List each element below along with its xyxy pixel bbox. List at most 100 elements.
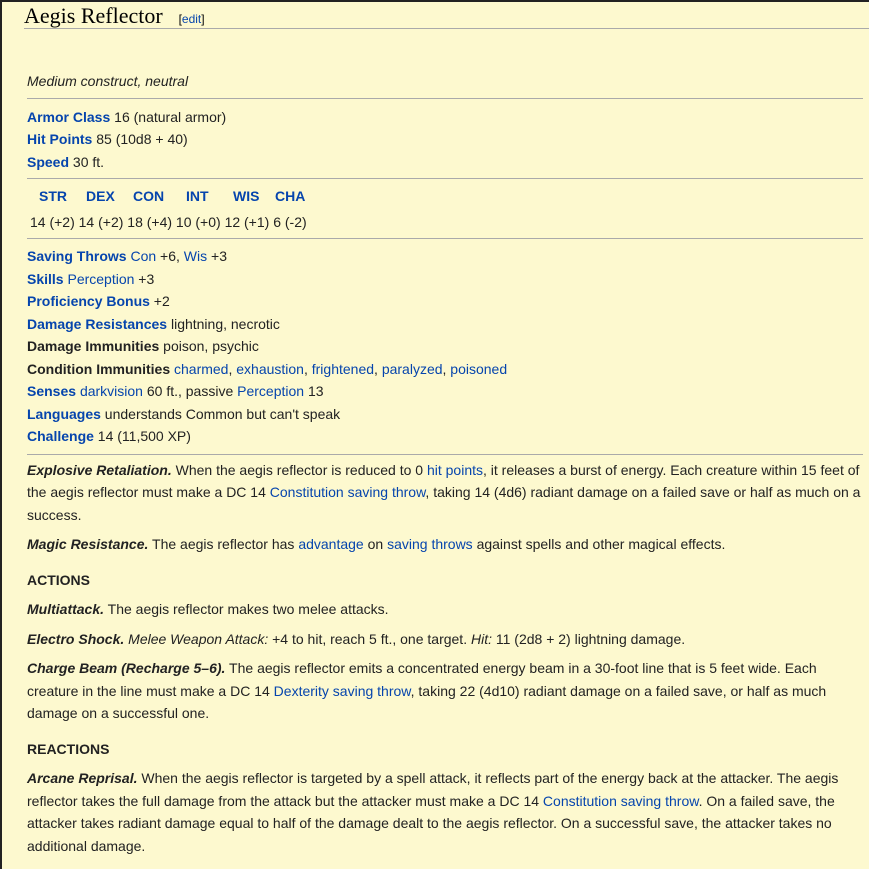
stat-block: Medium construct, neutral Armor Class 16… bbox=[27, 70, 863, 857]
trait-text: When the aegis reflector is reduced to 0 bbox=[171, 461, 427, 478]
perception-value: +3 bbox=[134, 270, 155, 287]
speed-link[interactable]: Speed bbox=[27, 154, 69, 170]
ability-headers: STR DEX CON INT WIS CHA bbox=[27, 185, 863, 208]
skills-line: Skills Perception +3 bbox=[27, 268, 863, 291]
senses-line: Senses darkvision 60 ft., passive Percep… bbox=[27, 380, 863, 403]
armor-class-value: 16 (natural armor) bbox=[114, 108, 227, 125]
trait-text: success. bbox=[27, 506, 82, 523]
condition-immunities-line: Condition Immunities charmed, exhaustion… bbox=[27, 360, 508, 377]
action-text: , taking 22 (4d10) radiant damage on a f… bbox=[410, 682, 827, 699]
ability-header-wis[interactable]: WIS bbox=[233, 185, 275, 208]
trait-text: The aegis reflector has bbox=[148, 536, 299, 552]
trait-text: on bbox=[363, 536, 388, 552]
page-title: Aegis Reflector bbox=[24, 3, 163, 28]
hit-points-link-2[interactable]: hit points bbox=[427, 462, 483, 478]
wis-save-value: +3 bbox=[207, 248, 227, 264]
saving-throws-line: Saving Throws Con +6, Wis +3 bbox=[27, 245, 863, 268]
poisoned-link[interactable]: poisoned bbox=[450, 361, 507, 377]
paralyzed-link[interactable]: paralyzed bbox=[382, 361, 443, 377]
header-divider bbox=[24, 28, 869, 29]
reaction-text: . On a failed save, the bbox=[698, 792, 835, 809]
trait-text: against spells and other magical effects… bbox=[472, 536, 726, 552]
armor-class-link[interactable]: Armor Class bbox=[27, 109, 110, 125]
condition-immunities-label: Condition Immunities bbox=[27, 360, 171, 377]
armor-class-line: Armor Class 16 (natural armor) bbox=[27, 106, 863, 129]
action-text: The aegis reflector makes two melee atta… bbox=[104, 601, 389, 617]
left-border bbox=[0, 0, 2, 869]
action-name: Electro Shock. bbox=[27, 630, 125, 647]
actions-heading: ACTIONS bbox=[27, 571, 90, 588]
challenge-link[interactable]: Challenge bbox=[27, 428, 94, 444]
dexterity-saving-throw-link[interactable]: Dexterity saving throw bbox=[274, 683, 411, 699]
senses-mid: 60 ft., passive bbox=[142, 383, 238, 399]
action-multiattack: Multiattack. The aegis reflector makes t… bbox=[27, 598, 863, 621]
action-text: 11 (2d8 + 2) lightning damage. bbox=[491, 630, 686, 647]
edit-section: [edit] bbox=[178, 12, 205, 26]
reaction-arcane-reprisal: Arcane Reprisal. When the aegis reflecto… bbox=[27, 767, 863, 857]
ability-header-cha[interactable]: CHA bbox=[275, 185, 305, 208]
reaction-name: Arcane Reprisal. bbox=[27, 770, 138, 786]
challenge-line: Challenge 14 (11,500 XP) bbox=[27, 425, 863, 448]
advantage-link[interactable]: advantage bbox=[298, 536, 363, 552]
damage-immunities-label: Damage Immunities bbox=[27, 338, 160, 354]
action-text: creature in the line must make a DC 14 bbox=[27, 682, 274, 699]
ability-score-int: 10 (+0) bbox=[175, 213, 221, 230]
perception-link[interactable]: Perception bbox=[67, 271, 134, 287]
edit-link[interactable]: edit bbox=[182, 12, 201, 26]
speed-value: 30 ft. bbox=[72, 153, 105, 170]
action-text: damage on a successful one. bbox=[27, 705, 210, 721]
speed-line: Speed 30 ft. bbox=[27, 151, 863, 174]
action-text: The aegis reflector emits a concentrated… bbox=[225, 660, 817, 676]
creature-type: Medium construct, neutral bbox=[27, 73, 189, 89]
con-save-value: +6, bbox=[156, 248, 184, 264]
challenge-value: 14 (11,500 XP) bbox=[93, 428, 191, 444]
proficiency-value: +2 bbox=[149, 293, 170, 309]
proficiency-line: Proficiency Bonus +2 bbox=[27, 290, 863, 313]
saving-throws-link[interactable]: Saving Throws bbox=[27, 248, 127, 264]
damage-resistances-value: lightning, necrotic bbox=[167, 315, 280, 332]
proficiency-link[interactable]: Proficiency Bonus bbox=[27, 293, 150, 309]
senses-end: 13 bbox=[304, 383, 324, 399]
reaction-text: reflector takes the full damage from the… bbox=[27, 792, 543, 809]
damage-immunities-line: Damage Immunities poison, psychic bbox=[27, 335, 863, 358]
darkvision-link[interactable]: darkvision bbox=[80, 383, 143, 399]
saving-throws-link-2[interactable]: saving throws bbox=[387, 536, 473, 552]
ability-header-dex[interactable]: DEX bbox=[86, 185, 133, 208]
action-name: Charge Beam (Recharge 5–6). bbox=[27, 660, 226, 676]
ability-header-con[interactable]: CON bbox=[133, 185, 186, 208]
skills-link[interactable]: Skills bbox=[27, 271, 64, 287]
charmed-link[interactable]: charmed bbox=[174, 361, 228, 377]
languages-value: understands Common but can't speak bbox=[100, 405, 341, 422]
ability-score-dex: 14 (+2) bbox=[78, 213, 124, 230]
exhaustion-link[interactable]: exhaustion bbox=[236, 361, 304, 377]
trait-magic-resistance: Magic Resistance. The aegis reflector ha… bbox=[27, 533, 863, 556]
hit-points-link[interactable]: Hit Points bbox=[27, 131, 92, 147]
trait-explosive-retaliation: Explosive Retaliation. When the aegis re… bbox=[27, 459, 863, 527]
action-charge-beam: Charge Beam (Recharge 5–6). The aegis re… bbox=[27, 657, 863, 725]
languages-link[interactable]: Languages bbox=[27, 406, 101, 422]
attack-type: Melee Weapon Attack: bbox=[124, 630, 269, 647]
passive-perception-link[interactable]: Perception bbox=[237, 383, 304, 399]
hit-points-value: 85 (10d8 + 40) bbox=[96, 131, 188, 147]
wis-link[interactable]: Wis bbox=[184, 248, 207, 264]
senses-link[interactable]: Senses bbox=[27, 383, 76, 399]
ability-header-int[interactable]: INT bbox=[186, 185, 233, 208]
reaction-text: additional damage. bbox=[27, 837, 146, 854]
damage-immunities-value: poison, psychic bbox=[159, 338, 259, 354]
constitution-saving-throw-link[interactable]: Constitution saving throw bbox=[270, 484, 426, 500]
damage-resistances-line: Damage Resistances lightning, necrotic bbox=[27, 313, 863, 336]
action-electro-shock: Electro Shock. Melee Weapon Attack: +4 t… bbox=[27, 628, 863, 651]
trait-name: Magic Resistance. bbox=[27, 536, 149, 552]
ability-header-str[interactable]: STR bbox=[39, 185, 86, 208]
con-link[interactable]: Con bbox=[130, 248, 156, 264]
trait-text: , taking 14 (4d6) radiant damage on a fa… bbox=[425, 484, 861, 500]
constitution-saving-throw-link-2[interactable]: Constitution saving throw bbox=[543, 793, 699, 809]
ability-score-wis: 12 (+1) bbox=[224, 213, 270, 230]
reaction-text: When the aegis reflector is targeted by … bbox=[137, 770, 839, 786]
damage-resistances-link[interactable]: Damage Resistances bbox=[27, 316, 167, 332]
frightened-link[interactable]: frightened bbox=[312, 361, 374, 377]
top-border bbox=[0, 0, 869, 2]
trait-text: the aegis reflector must make a DC 14 bbox=[27, 484, 270, 500]
page-header: Aegis Reflector [edit] bbox=[24, 3, 205, 29]
action-name: Multiattack. bbox=[27, 601, 105, 617]
